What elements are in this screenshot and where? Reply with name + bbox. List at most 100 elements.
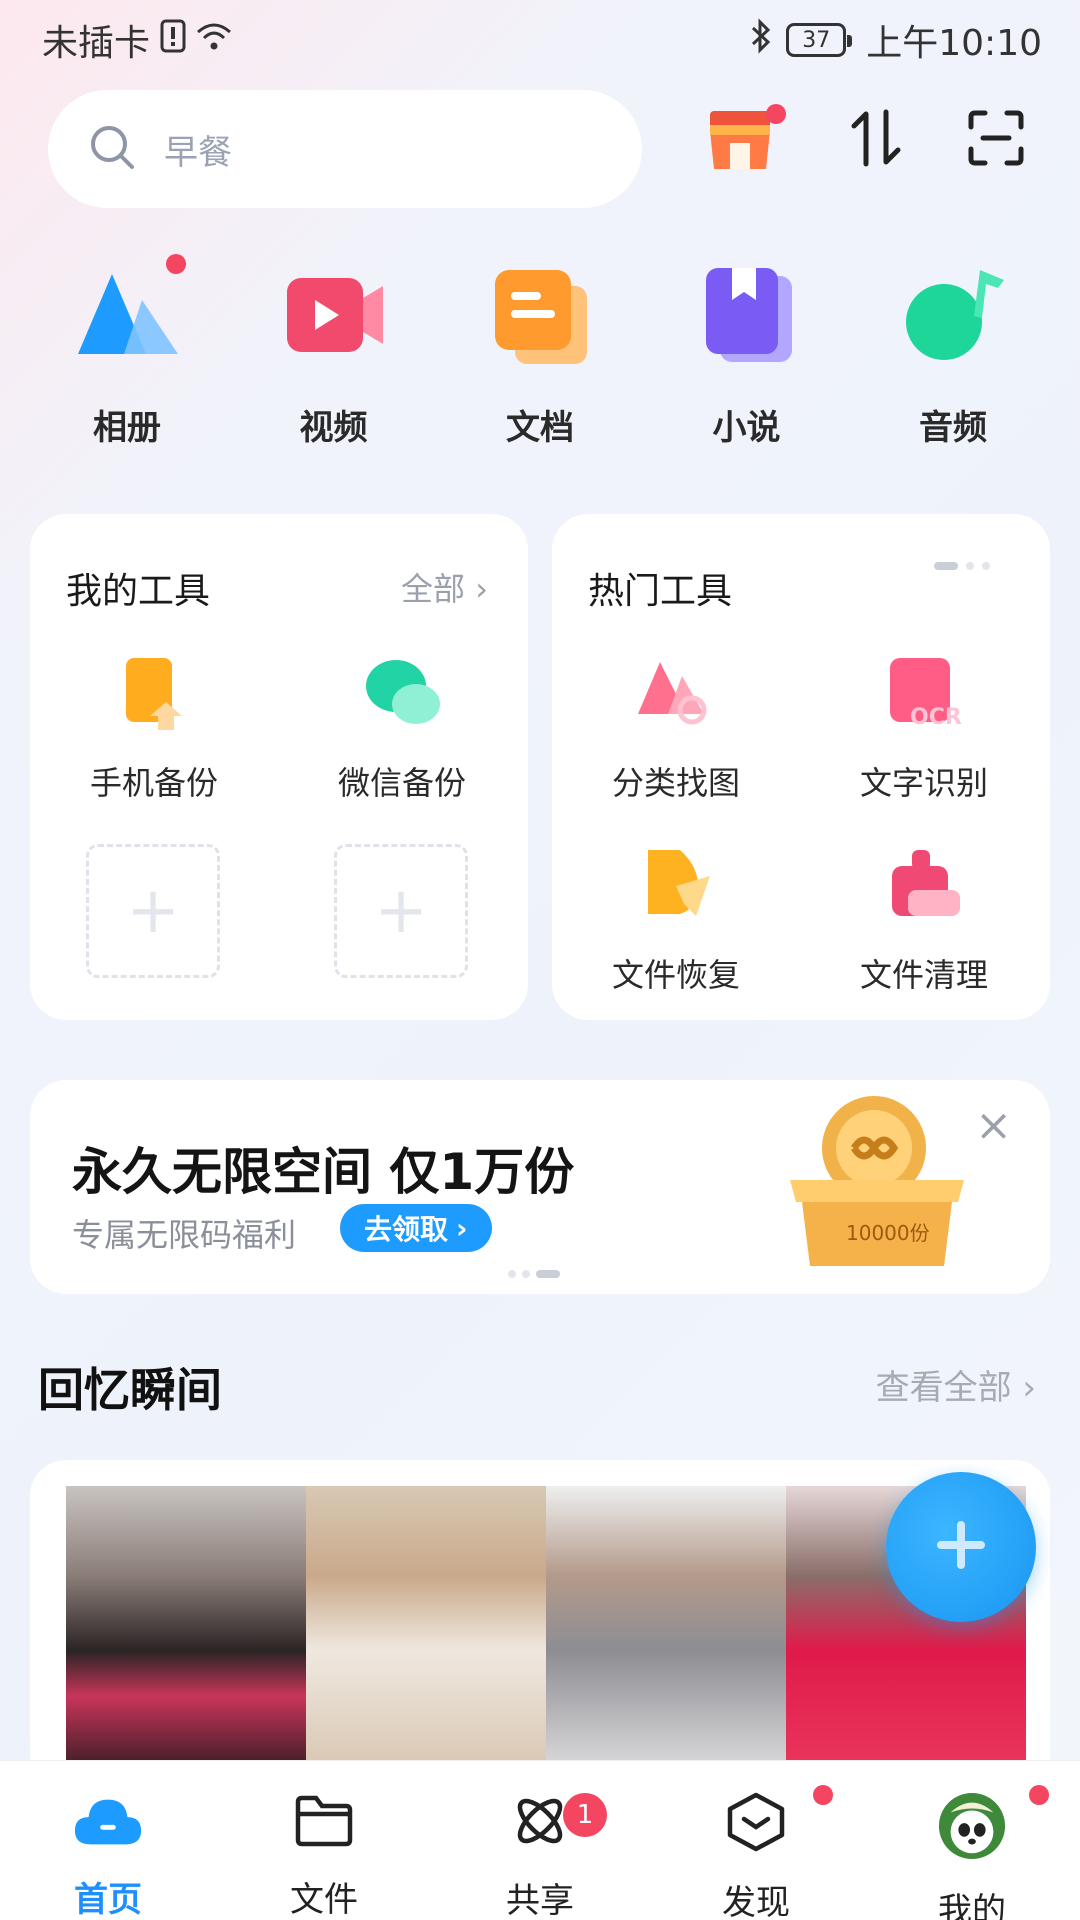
tool-file-recovery[interactable]: 文件恢复 <box>566 846 786 996</box>
memory-photo-strip[interactable] <box>66 1486 1026 1786</box>
category-document[interactable]: 文档 <box>441 260 639 449</box>
category-album[interactable]: 相册 <box>28 254 226 449</box>
file-clean-icon <box>884 846 964 926</box>
album-icon <box>72 260 182 370</box>
box-text: 10000份 <box>846 1221 930 1245</box>
tool-label: 文件恢复 <box>611 956 740 994</box>
tool-phone-backup[interactable]: 手机备份 <box>44 654 264 804</box>
tool-file-clean[interactable]: 文件清理 <box>814 846 1034 996</box>
gift-box-illustration: 10000份 <box>770 1090 990 1280</box>
memory-photo[interactable] <box>306 1486 546 1786</box>
promo-title: 永久无限空间 仅1万份 <box>72 1143 575 1201</box>
folder-icon <box>289 1791 359 1850</box>
add-fab-button[interactable] <box>886 1472 1036 1622</box>
plus-icon: + <box>374 874 428 948</box>
sim-alert-icon <box>160 19 186 62</box>
audio-icon <box>898 260 1008 370</box>
scan-icon <box>967 109 1025 171</box>
phone-backup-icon <box>114 654 194 734</box>
nav-discover[interactable]: 发现 <box>648 1761 864 1920</box>
bluetooth-icon <box>750 17 772 63</box>
svg-text:OCR: OCR <box>910 705 962 730</box>
search-placeholder: 早餐 <box>164 132 232 173</box>
me-notification-dot <box>1029 1785 1049 1805</box>
tool-wechat-backup[interactable]: 微信备份 <box>292 654 512 804</box>
document-icon <box>485 260 595 370</box>
file-recovery-icon <box>636 846 716 926</box>
claim-button[interactable]: 去领取 › <box>340 1204 492 1252</box>
tool-label: 文件清理 <box>859 956 988 994</box>
nav-share[interactable]: 1 共享 <box>432 1761 648 1920</box>
memory-photo[interactable] <box>66 1486 306 1786</box>
find-image-icon <box>636 654 716 734</box>
discover-notification-dot <box>813 1785 833 1805</box>
tool-ocr[interactable]: OCR 文字识别 <box>814 654 1034 804</box>
category-novel[interactable]: 小说 <box>648 260 846 449</box>
plus-icon <box>931 1515 991 1579</box>
scan-button[interactable] <box>956 100 1036 180</box>
nav-label: 我的 <box>938 1891 1006 1920</box>
view-all-memories-link[interactable]: 查看全部 › <box>876 1360 1036 1409</box>
nav-label: 文件 <box>290 1880 358 1920</box>
chevron-right-icon: › <box>1022 1368 1036 1408</box>
category-label: 文档 <box>506 408 574 448</box>
chevron-right-icon: › <box>475 570 488 608</box>
category-label: 相册 <box>93 408 161 448</box>
album-notification-dot <box>166 254 186 274</box>
tool-label: 文字识别 <box>859 764 988 802</box>
tool-label: 微信备份 <box>337 764 466 802</box>
plus-icon: + <box>126 874 180 948</box>
tool-find-image[interactable]: 分类找图 <box>566 654 786 804</box>
wifi-icon <box>196 20 232 61</box>
memory-photo[interactable] <box>546 1486 786 1786</box>
carrier-text: 未插卡 <box>42 23 151 64</box>
nav-label: 发现 <box>722 1883 790 1920</box>
claim-label: 去领取 <box>364 1213 449 1246</box>
transfer-arrows-icon <box>848 108 904 172</box>
nav-files[interactable]: 文件 <box>216 1761 432 1920</box>
panda-avatar-icon <box>937 1785 1049 1861</box>
category-label: 音频 <box>919 408 987 448</box>
cloud-home-icon <box>73 1791 143 1850</box>
promo-banner[interactable]: 永久无限空间 仅1万份 专属无限码福利 去领取 › 10000份 × <box>30 1080 1050 1294</box>
tool-label: 手机备份 <box>89 764 218 802</box>
my-tools-card: 我的工具 全部 › 手机备份 微信备份 + + <box>30 514 528 1020</box>
my-tools-title: 我的工具 <box>66 571 211 612</box>
novel-icon <box>692 260 802 370</box>
nav-label: 共享 <box>506 1881 574 1920</box>
pager-dots <box>934 562 990 570</box>
search-icon <box>88 123 136 175</box>
share-orbit-icon: 1 <box>505 1791 607 1851</box>
memories-title: 回忆瞬间 <box>38 1363 222 1417</box>
my-tools-all-link[interactable]: 全部 › <box>401 564 488 610</box>
battery-indicator: 37 <box>786 23 853 57</box>
nav-label: 首页 <box>74 1880 142 1920</box>
category-label: 小说 <box>712 408 781 448</box>
ocr-icon: OCR <box>884 654 964 734</box>
hot-tools-card: 热门工具 分类找图 OCR 文字识别 文件恢复 文件清理 <box>552 514 1050 1020</box>
nav-home[interactable]: 首页 <box>0 1761 216 1920</box>
store-button[interactable] <box>700 100 786 180</box>
banner-pager-dots <box>508 1270 560 1278</box>
add-tool-slot[interactable]: + <box>86 844 220 978</box>
view-all-label: 查看全部 <box>875 1368 1012 1408</box>
category-video[interactable]: 视频 <box>235 260 433 449</box>
transfer-button[interactable] <box>836 100 916 180</box>
wechat-backup-icon <box>362 654 442 734</box>
tool-label: 分类找图 <box>611 764 740 802</box>
nav-me[interactable]: 我的 <box>864 1761 1080 1920</box>
category-audio[interactable]: 音频 <box>854 260 1052 449</box>
clock: 上午10:10 <box>866 23 1042 64</box>
share-badge: 1 <box>563 1793 607 1837</box>
add-tool-slot[interactable]: + <box>334 844 468 978</box>
search-input[interactable]: 早餐 <box>48 90 642 208</box>
store-notification-dot <box>766 104 786 124</box>
promo-subtitle: 专属无限码福利 <box>72 1216 297 1254</box>
category-label: 视频 <box>299 408 368 448</box>
chevron-right-icon: › <box>456 1211 468 1245</box>
close-banner-icon[interactable]: × <box>975 1100 1012 1151</box>
hot-tools-title: 热门工具 <box>588 571 733 612</box>
quick-category-row: 相册 视频 文档 小说 音频 <box>28 254 1052 449</box>
bottom-navigation: 首页 文件 1 共享 发现 我的 <box>0 1760 1080 1920</box>
discover-box-icon <box>721 1785 833 1853</box>
